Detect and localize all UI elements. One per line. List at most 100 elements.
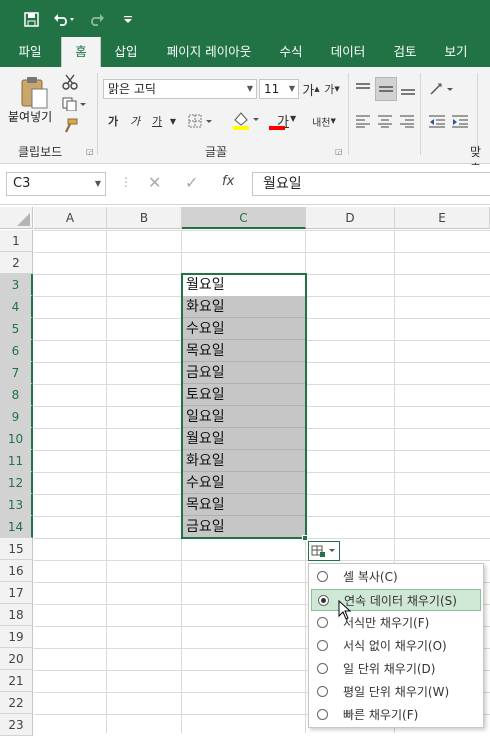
grid-cell[interactable]: 일요일: [182, 406, 306, 428]
autofill-menu-item[interactable]: 연속 데이터 채우기(S): [311, 589, 481, 611]
phonetic-button[interactable]: 내천 ▼: [306, 109, 342, 133]
grid-cell[interactable]: 금요일: [182, 516, 306, 538]
chevron-down-icon: ▼: [290, 114, 297, 123]
font-name-select[interactable]: 맑은 고딕 ▼: [103, 79, 257, 99]
align-right-icon[interactable]: [397, 111, 417, 131]
row-header[interactable]: 14: [0, 516, 33, 538]
row-header[interactable]: 7: [0, 362, 33, 384]
redo-icon[interactable]: [84, 8, 112, 30]
shrink-font-label: 가: [324, 83, 335, 96]
borders-icon[interactable]: [187, 111, 217, 131]
grid-cell[interactable]: 수요일: [182, 318, 306, 340]
row-header[interactable]: 11: [0, 450, 33, 472]
decrease-indent-icon[interactable]: [427, 111, 447, 131]
row-header[interactable]: 20: [0, 648, 33, 670]
tab-file[interactable]: 파일: [8, 37, 52, 67]
row-header[interactable]: 18: [0, 604, 33, 626]
underline-button[interactable]: 가: [147, 111, 167, 131]
align-middle-icon[interactable]: [375, 77, 397, 101]
tab-page-layout[interactable]: 페이지 레이아웃: [155, 37, 263, 67]
row-header[interactable]: 16: [0, 560, 33, 582]
enter-icon[interactable]: ✓: [185, 173, 198, 192]
row-header[interactable]: 19: [0, 626, 33, 648]
tab-view[interactable]: 보기: [434, 37, 478, 67]
row-header[interactable]: 10: [0, 428, 33, 450]
orientation-icon[interactable]: [427, 79, 457, 99]
column-header[interactable]: D: [306, 207, 395, 229]
cut-icon[interactable]: [60, 73, 80, 91]
autofill-options-menu: 셀 복사(C) 연속 데이터 채우기(S) 서식만 채우기(F) 서식 없이 채우기(…: [308, 563, 484, 728]
copy-icon[interactable]: [60, 95, 90, 113]
italic-button[interactable]: 가: [125, 111, 145, 131]
paste-button[interactable]: 붙여넣기: [8, 108, 52, 125]
tab-insert[interactable]: 삽입: [106, 37, 146, 67]
grid-cell[interactable]: 화요일: [182, 450, 306, 472]
font-color-button[interactable]: 가 ▼: [266, 109, 300, 131]
fill-color-icon[interactable]: [230, 109, 264, 131]
autofill-options-button[interactable]: [308, 541, 340, 561]
menu-item-label: 서식만 채우기(F): [343, 616, 430, 630]
row-header[interactable]: 5: [0, 318, 33, 340]
row-header[interactable]: 6: [0, 340, 33, 362]
column-header[interactable]: B: [107, 207, 182, 229]
autofill-menu-item[interactable]: 일 단위 채우기(D): [311, 658, 481, 680]
row-header[interactable]: 15: [0, 538, 33, 560]
tab-data[interactable]: 데이터: [321, 37, 375, 67]
row-header[interactable]: 13: [0, 494, 33, 516]
grid-cell[interactable]: 금요일: [182, 362, 306, 384]
align-center-icon[interactable]: [375, 111, 395, 131]
row-header[interactable]: 8: [0, 384, 33, 406]
align-left-icon[interactable]: [353, 111, 373, 131]
autofill-menu-item[interactable]: 빠른 채우기(F): [311, 704, 481, 726]
bold-button[interactable]: 가: [103, 111, 123, 131]
font-size-select[interactable]: 11 ▼: [259, 79, 299, 99]
select-all-corner[interactable]: [0, 207, 33, 229]
row-header[interactable]: 17: [0, 582, 33, 604]
grid-cell[interactable]: 수요일: [182, 472, 306, 494]
grid-cell[interactable]: 월요일: [182, 274, 306, 296]
quick-access-toolbar: [0, 0, 490, 37]
shrink-font-button[interactable]: 가 ▼: [322, 79, 342, 99]
insert-function-icon[interactable]: fx: [222, 174, 234, 189]
undo-icon[interactable]: [50, 8, 78, 30]
row-header[interactable]: 21: [0, 670, 33, 692]
row-header[interactable]: 22: [0, 692, 33, 714]
autofill-menu-item[interactable]: 평일 단위 채우기(W): [311, 681, 481, 703]
tab-review[interactable]: 검토: [384, 37, 426, 67]
grid-cell[interactable]: 월요일: [182, 428, 306, 450]
row-header[interactable]: 9: [0, 406, 33, 428]
paste-icon[interactable]: [14, 73, 54, 113]
grid-cell[interactable]: 목요일: [182, 340, 306, 362]
chevron-down-icon[interactable]: ▼: [168, 111, 178, 131]
save-icon[interactable]: [20, 8, 42, 30]
cancel-icon[interactable]: ✕: [148, 173, 161, 192]
row-header[interactable]: 1: [0, 230, 33, 252]
increase-indent-icon[interactable]: [450, 111, 470, 131]
format-painter-icon[interactable]: [60, 117, 80, 135]
autofill-menu-item[interactable]: 서식 없이 채우기(O): [311, 635, 481, 657]
font-launcher-icon[interactable]: ◲: [335, 147, 343, 156]
align-bottom-icon[interactable]: [398, 79, 418, 99]
column-header[interactable]: A: [34, 207, 107, 229]
row-header[interactable]: 12: [0, 472, 33, 494]
autofill-menu-item[interactable]: 서식만 채우기(F): [311, 612, 481, 634]
column-header[interactable]: E: [395, 207, 490, 229]
row-header[interactable]: 4: [0, 296, 33, 318]
row-header[interactable]: 2: [0, 252, 33, 274]
customize-icon[interactable]: [120, 8, 136, 30]
more-dots-icon: ⋮: [120, 175, 132, 189]
tab-home[interactable]: 홈: [61, 37, 101, 67]
name-box[interactable]: C3 ▼: [6, 172, 106, 196]
align-top-icon[interactable]: [353, 79, 373, 99]
tab-formulas[interactable]: 수식: [270, 37, 312, 67]
formula-input[interactable]: 월요일: [252, 172, 490, 196]
column-header[interactable]: C: [182, 207, 306, 229]
autofill-menu-item[interactable]: 셀 복사(C): [311, 566, 481, 588]
row-header[interactable]: 3: [0, 274, 33, 296]
grid-cell[interactable]: 토요일: [182, 384, 306, 406]
chevron-down-icon: ▼: [246, 84, 253, 93]
grow-font-button[interactable]: 가 ▲: [301, 79, 321, 99]
grid-cell[interactable]: 화요일: [182, 296, 306, 318]
clipboard-launcher-icon[interactable]: ◲: [86, 147, 94, 156]
grid-cell[interactable]: 목요일: [182, 494, 306, 516]
